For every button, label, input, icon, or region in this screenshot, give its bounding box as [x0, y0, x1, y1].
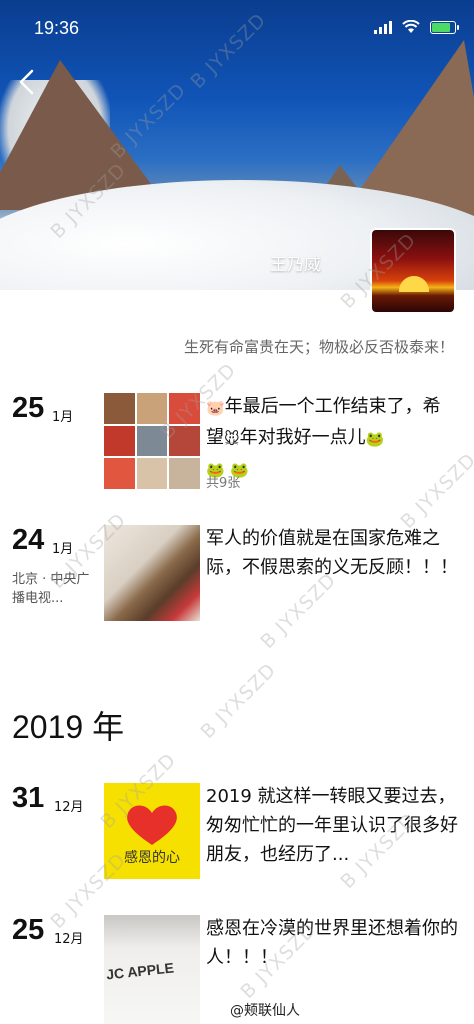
entry-photo[interactable]: JC APPLE — [104, 915, 200, 1024]
entry-text: 感恩在冷漠的世界里还想着你的人！！！ — [206, 918, 458, 968]
entry-location[interactable]: 北京 · 中央广播电视... — [12, 570, 102, 608]
status-time: 19:36 — [34, 18, 80, 38]
entry-text: 军人的价值就是在国家危难之际，不假思索的义无反顾！！！ — [206, 528, 458, 578]
entry-month: 12月 — [54, 800, 84, 815]
battery-icon — [430, 20, 459, 34]
entry-day: 25 — [12, 914, 45, 946]
status-icons — [374, 20, 459, 34]
entry-photo[interactable]: 感恩的心 — [104, 783, 200, 879]
mouse-icon: 🐭 — [224, 430, 240, 448]
footer-watermark: @颊联仙人 — [230, 1003, 300, 1019]
entry-day: 24 — [12, 524, 45, 556]
entry-photo[interactable] — [104, 525, 200, 621]
entry-day: 25 — [12, 392, 45, 424]
year-header: 2019 年 — [12, 709, 125, 745]
image-caption: JC APPLE — [105, 959, 175, 983]
entry-day: 31 — [12, 782, 45, 814]
profile-name[interactable]: 王乃威 — [270, 250, 321, 275]
entry-month: 1月 — [52, 542, 74, 557]
back-icon[interactable] — [12, 66, 44, 98]
entry-text: 🐷年最后一个工作结束了，希望🐭年对我好一点儿🐸 🐸 🐸 — [206, 392, 458, 485]
profile-signature: 生死有命富贵在天；物极必反否极泰来！ — [183, 338, 454, 356]
entry-month: 1月 — [52, 410, 74, 425]
frog-icon: 🐸 — [365, 430, 385, 448]
watermark: B JYXSZD — [196, 658, 281, 744]
signal-icon — [374, 20, 392, 34]
entry-text: 2019 就这样一转眼又要过去，匆匆忙忙的一年里认识了很多好朋友，也经历了... — [206, 786, 458, 865]
pig-icon: 🐷 — [206, 399, 225, 417]
photo-count: 共9张 — [206, 476, 241, 491]
entry-month: 12月 — [54, 932, 84, 947]
image-caption: 感恩的心 — [124, 850, 180, 866]
wifi-icon — [402, 20, 420, 33]
entry-photo-grid[interactable] — [104, 393, 200, 489]
avatar[interactable] — [370, 228, 456, 314]
